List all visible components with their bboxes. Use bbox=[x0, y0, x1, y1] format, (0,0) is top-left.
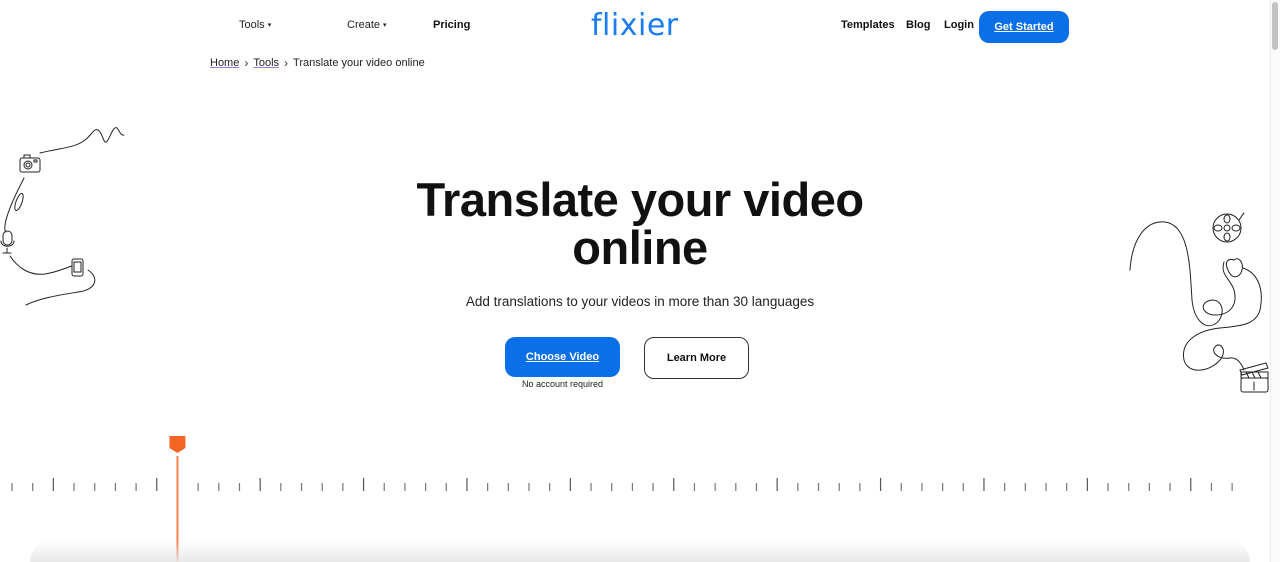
doodle-line bbox=[9, 255, 73, 275]
camera-icon bbox=[19, 154, 41, 173]
clapperboard-icon bbox=[1239, 362, 1269, 393]
chevron-down-icon: ▾ bbox=[383, 22, 387, 29]
playhead-marker[interactable] bbox=[169, 436, 186, 453]
timeline-ticks bbox=[11, 478, 1233, 491]
page-title: Translate your video online bbox=[340, 176, 940, 272]
doodle-curly-line bbox=[1225, 258, 1243, 278]
bottom-panel-shadow bbox=[30, 540, 1250, 562]
microphone-icon bbox=[0, 230, 15, 254]
right-doodle-decoration bbox=[1129, 212, 1269, 393]
chevron-right-icon: › bbox=[284, 56, 289, 70]
left-doodle-decoration bbox=[0, 127, 125, 306]
doodle-wave-line bbox=[39, 127, 125, 154]
nav-tools-label: Tools bbox=[239, 19, 265, 31]
phone-icon bbox=[71, 258, 84, 277]
chevron-right-icon: › bbox=[244, 56, 249, 70]
nav-create-label: Create bbox=[347, 19, 381, 31]
breadcrumb-current: Translate your video online bbox=[293, 57, 425, 69]
doodle-line bbox=[25, 269, 96, 306]
doodle-curly-line bbox=[1183, 267, 1262, 371]
nav-pricing-link[interactable]: Pricing bbox=[433, 19, 470, 31]
chevron-down-icon: ▾ bbox=[267, 22, 272, 29]
page-title-line-1: Translate your video bbox=[416, 173, 864, 226]
choose-video-button[interactable]: Choose Video bbox=[505, 337, 620, 377]
get-started-button[interactable]: Get Started bbox=[979, 11, 1069, 43]
nav-templates-link[interactable]: Templates bbox=[841, 19, 895, 31]
film-reel-icon bbox=[1212, 212, 1245, 243]
nav-blog-link[interactable]: Blog bbox=[906, 19, 930, 31]
learn-more-button[interactable]: Learn More bbox=[644, 337, 749, 379]
flixier-logo[interactable]: flixier bbox=[591, 8, 679, 43]
breadcrumb-home-link[interactable]: Home bbox=[210, 57, 239, 69]
doodle-oval bbox=[14, 192, 24, 212]
scrollbar-thumb[interactable] bbox=[1272, 2, 1278, 50]
page-title-line-2: online bbox=[572, 221, 708, 274]
breadcrumb: Home › Tools › Translate your video onli… bbox=[210, 56, 425, 70]
nav-create-dropdown[interactable]: Create ▾ bbox=[347, 19, 387, 31]
nav-login-link[interactable]: Login bbox=[944, 19, 974, 31]
scrollbar-track[interactable] bbox=[1270, 0, 1280, 562]
no-account-note: No account required bbox=[521, 379, 604, 389]
breadcrumb-tools-link[interactable]: Tools bbox=[253, 57, 279, 69]
hero-subtitle: Add translations to your videos in more … bbox=[465, 294, 815, 309]
doodle-curly-line bbox=[1129, 221, 1236, 327]
nav-tools-dropdown[interactable]: Tools ▾ bbox=[239, 19, 271, 31]
